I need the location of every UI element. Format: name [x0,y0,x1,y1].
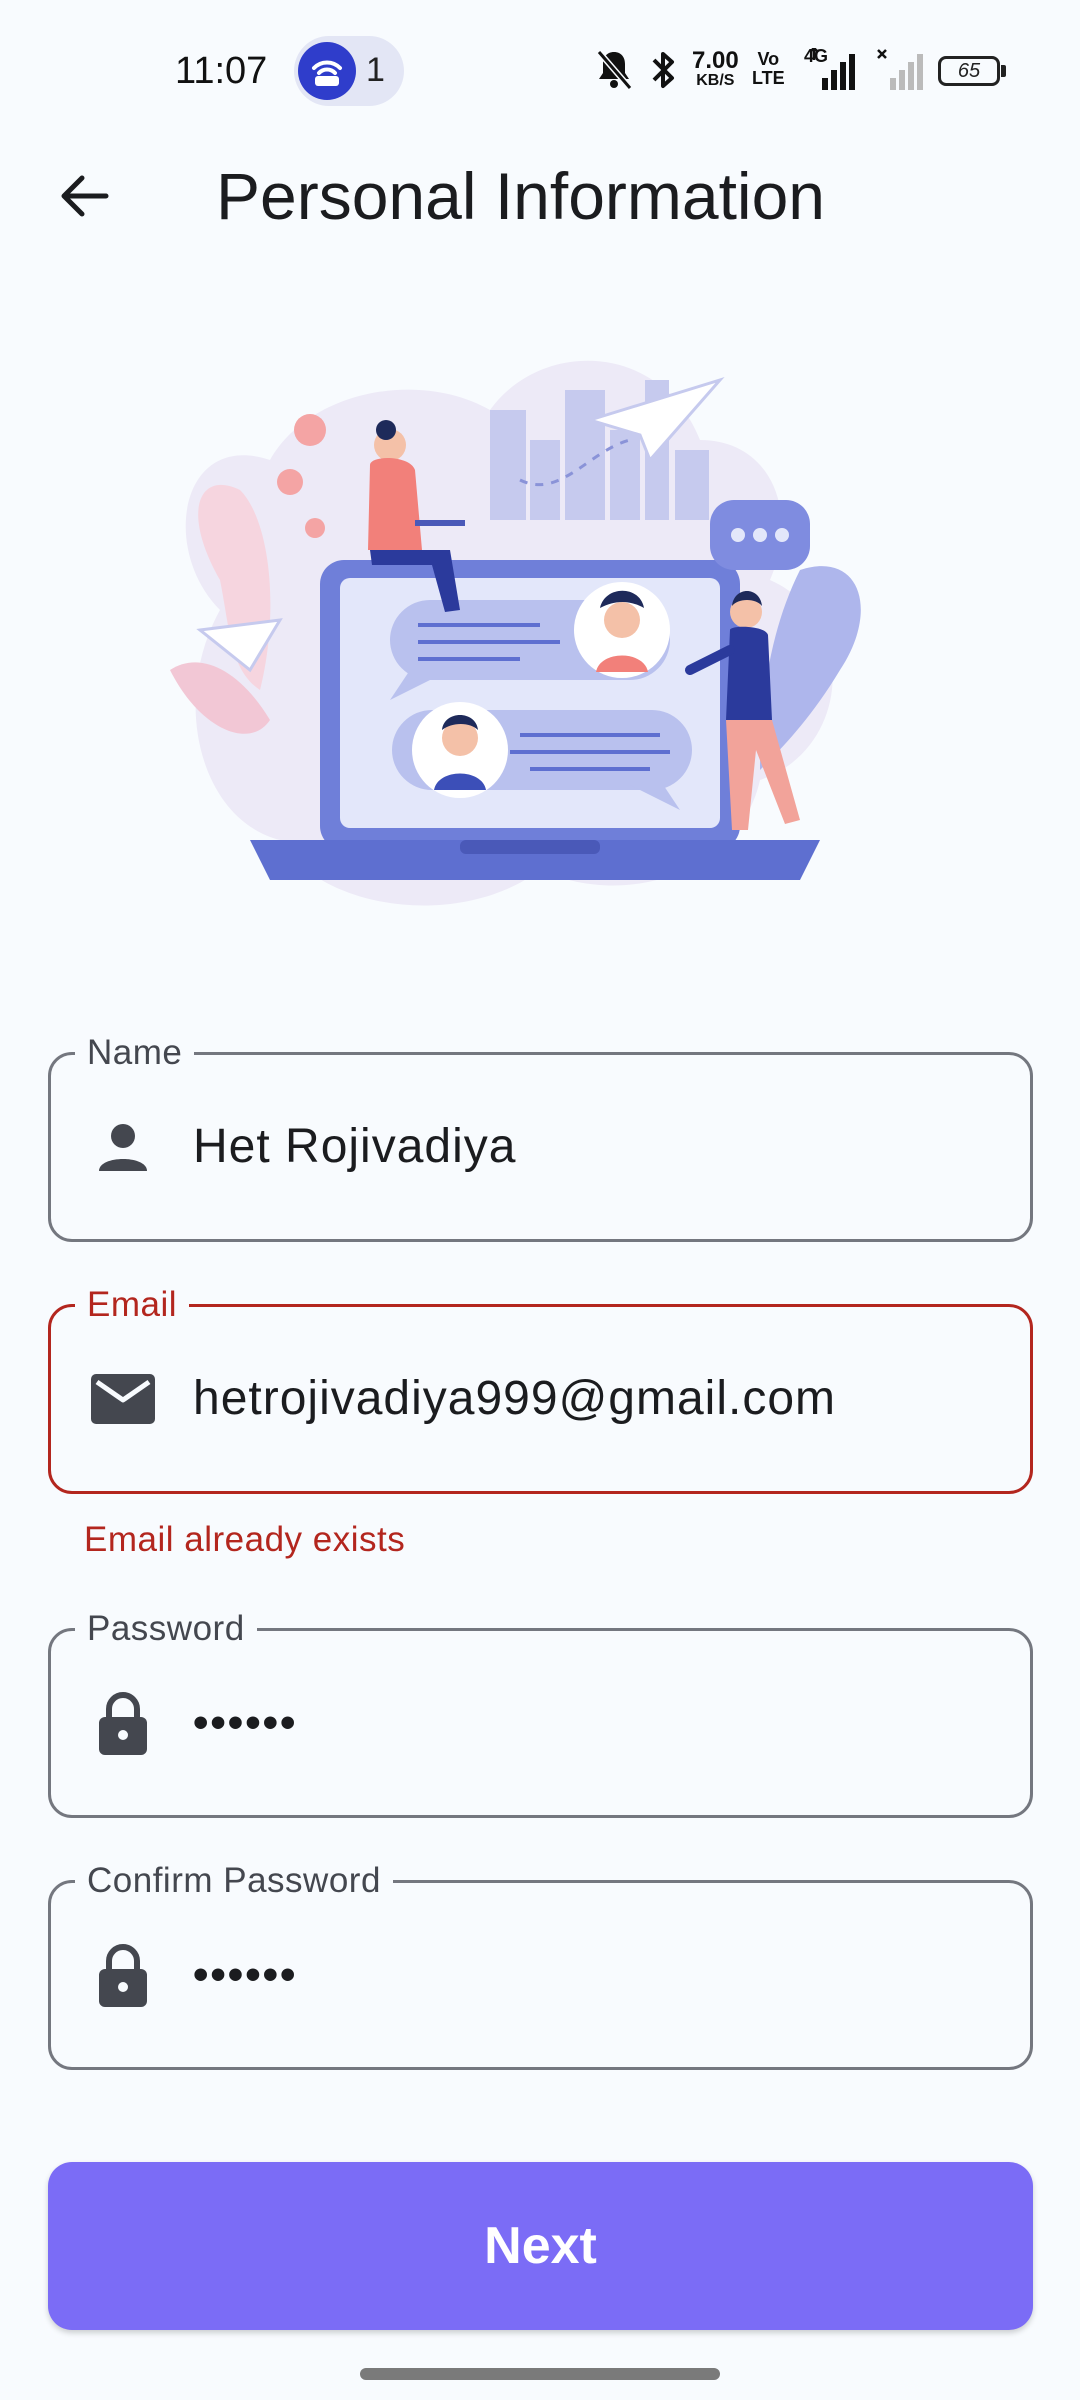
home-indicator[interactable] [360,2368,720,2380]
back-button[interactable] [48,160,120,232]
password-input[interactable]: •••••• [193,1695,297,1751]
next-button-label: Next [484,2217,597,2275]
lock-icon [91,1943,155,2007]
battery-level: 65 [957,60,981,82]
volte-bottom: LTE [752,68,785,88]
bluetooth-icon [652,52,674,88]
status-bar: 11:07 1 7.00 KB/S Vo LTE 4G 65 [0,0,1080,140]
email-error-text: Email already exists [84,1520,406,1559]
next-button[interactable]: Next [48,2162,1033,2330]
mute-bell-icon [596,50,633,90]
volte-top: Vo [757,49,780,69]
network-speed: 7.00 KB/S [692,47,739,90]
battery-icon: 65 [938,56,1000,86]
network-speed-unit: KB/S [696,72,735,89]
password-field[interactable]: Password •••••• [48,1607,1033,1818]
lock-icon [91,1691,155,1755]
person-icon [91,1115,155,1179]
name-field[interactable]: Name Het Rojivadiya [48,1031,1033,1242]
volte-indicator: Vo LTE [752,50,785,88]
network-speed-value: 7.00 [692,47,739,74]
battery-tip [1001,65,1006,77]
hotspot-indicator[interactable]: 1 [294,36,404,106]
arrow-back-icon [61,175,109,217]
confirm-password-field-label: Confirm Password [75,1859,393,1903]
email-field-label: Email [75,1283,190,1327]
chat-illustration [170,360,861,906]
name-field-label: Name [75,1031,195,1075]
status-icons: 7.00 KB/S Vo LTE 4G 65 [594,46,1014,96]
email-input[interactable]: hetrojivadiya999@gmail.com [193,1371,836,1427]
name-input[interactable]: Het Rojivadiya [193,1119,516,1175]
confirm-password-field[interactable]: Confirm Password •••••• [48,1859,1033,2070]
signal-strength-sim2-icon [877,49,923,90]
password-field-label: Password [75,1607,257,1651]
status-time: 11:07 [175,50,268,92]
page-title: Personal Information [216,159,825,233]
hotspot-count: 1 [366,51,385,89]
email-field[interactable]: Email hetrojivadiya999@gmail.com [48,1283,1033,1494]
hotspot-icon [298,42,356,100]
email-icon [91,1367,155,1431]
signal-strength-icon [809,48,855,90]
confirm-password-input[interactable]: •••••• [193,1947,297,2003]
